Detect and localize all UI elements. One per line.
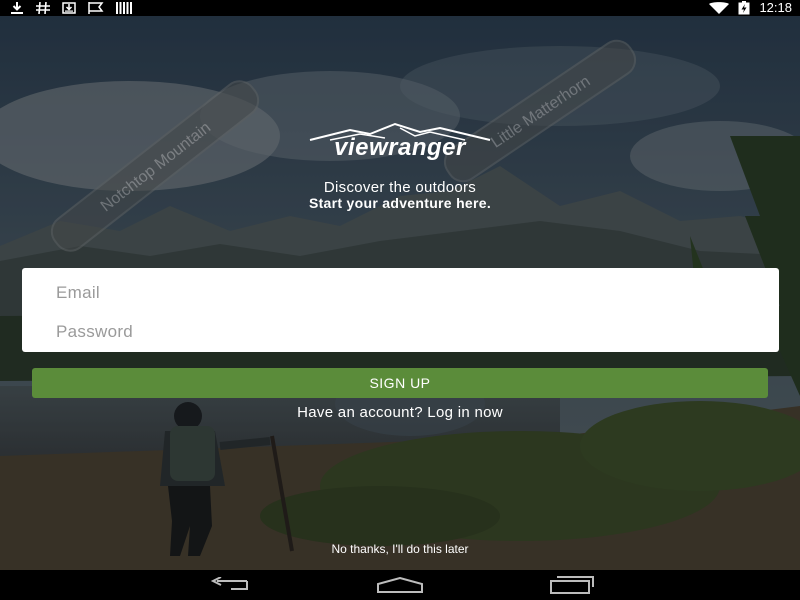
hash-icon — [36, 2, 50, 14]
email-field[interactable] — [54, 277, 738, 309]
status-bar-notifications — [10, 0, 132, 16]
password-field[interactable] — [54, 316, 738, 348]
download-box-icon — [62, 2, 76, 14]
back-icon[interactable] — [205, 575, 255, 595]
status-bar: 12:18 — [0, 0, 800, 16]
navigation-bar — [0, 570, 800, 600]
login-link[interactable]: Have an account? Log in now — [0, 404, 800, 421]
login-form-card — [22, 268, 779, 352]
tagline-discover: Discover the outdoors — [323, 179, 477, 196]
skip-link[interactable]: No thanks, I'll do this later — [0, 542, 800, 556]
tagline-adventure: Start your adventure here. — [308, 195, 492, 211]
barcode-icon — [116, 2, 132, 14]
battery-charging-icon — [738, 1, 750, 15]
home-icon[interactable] — [375, 575, 425, 595]
clock-time: 12:18 — [759, 0, 792, 15]
sign-up-button[interactable]: SIGN UP — [32, 368, 768, 398]
status-bar-system: 12:18 — [709, 0, 792, 16]
logo-wordmark: viewranger — [334, 134, 466, 161]
download-icon — [10, 2, 24, 14]
flag-icon — [88, 2, 104, 14]
viewranger-logo: viewranger — [290, 122, 510, 161]
recents-icon[interactable] — [547, 575, 597, 595]
wifi-icon — [709, 2, 730, 14]
